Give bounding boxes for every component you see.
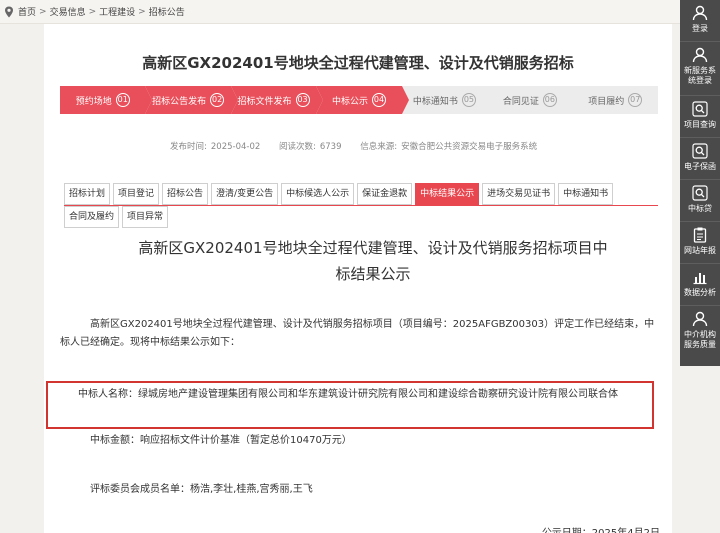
step-number: 07	[628, 93, 643, 107]
step-number: 01	[115, 93, 130, 107]
notice-title: 高新区GX202401号地块全过程代建管理、设计及代销服务招标项目中标结果公示	[138, 239, 608, 283]
tab-project-exception[interactable]: 项目异常	[122, 206, 169, 228]
sidebar-item-label: 登录	[692, 24, 708, 33]
sidebar-item-e-guarantee[interactable]: 电子保函	[680, 138, 720, 180]
sidebar-item-data-analysis[interactable]: 数据分析	[680, 264, 720, 306]
article-meta: 发布时间: 2025-04-02 阅读次数: 6739 信息来源: 安徽合肥公共资源交…	[170, 140, 541, 152]
bar-chart-icon	[693, 273, 707, 285]
search-icon	[692, 185, 708, 201]
publish-time-value: 2025-04-02	[210, 142, 261, 152]
publish-time-label: 发布时间:	[170, 142, 207, 152]
tab-candidates[interactable]: 中标候选人公示	[281, 183, 355, 205]
tab-bid-plan[interactable]: 招标计划	[64, 183, 111, 205]
tab-award-notice[interactable]: 中标通知书	[558, 183, 614, 205]
views-label: 阅读次数:	[278, 142, 316, 152]
step-label: 中标通知书	[412, 96, 458, 107]
user-icon	[692, 47, 708, 63]
source-value: 安徽合肥公共资源交易电子服务系统	[401, 142, 538, 152]
step-label: 招标公告发布	[152, 96, 207, 107]
tab-contract[interactable]: 合同及履约	[64, 206, 120, 228]
step-5[interactable]: 中标通知书 05	[401, 86, 488, 114]
sidebar-item-new-system[interactable]: 新服务系统登录	[680, 42, 720, 96]
tab-award-result[interactable]: 中标结果公示	[415, 183, 480, 205]
breadcrumb-home[interactable]: 首页	[18, 5, 36, 18]
tab-witness-certificate[interactable]: 进场交易见证书	[482, 183, 556, 205]
step-number: 04	[371, 93, 386, 107]
winner-label: 中标人名称：	[78, 389, 138, 400]
publish-date: 公示日期：2025年4月2日	[542, 524, 660, 533]
sidebar-item-annual-report[interactable]: 网站年报	[680, 222, 720, 264]
page-title: 高新区GX202401号地块全过程代建管理、设计及代销服务招标	[142, 54, 574, 72]
breadcrumb-bid-notice[interactable]: 招标公告	[149, 5, 185, 18]
tab-clarification[interactable]: 澄清/变更公告	[211, 183, 279, 205]
sidebar-item-label: 中标贷	[688, 204, 712, 213]
step-label: 招标文件发布	[237, 96, 292, 107]
winner-highlight-box: 中标人名称：绿城房地产建设管理集团有限公司和华东建筑设计研究院有限公司和建设综合…	[46, 381, 654, 429]
user-icon	[692, 311, 708, 327]
step-3[interactable]: 招标文件发布 03	[230, 86, 324, 114]
committee-members: 评标委员会成员名单：杨浩,李壮,桂燕,宫秀丽,王飞	[90, 484, 313, 495]
search-icon	[692, 101, 708, 117]
step-4[interactable]: 中标公示 04	[316, 86, 410, 114]
tab-project-registration[interactable]: 项目登记	[113, 183, 160, 205]
breadcrumb-separator: >	[88, 6, 97, 17]
breadcrumb-separator: >	[138, 6, 146, 17]
tab-bid-notice[interactable]: 招标公告	[162, 183, 209, 205]
breadcrumb-trade-info[interactable]: 交易信息	[50, 5, 86, 18]
views-value: 6739	[319, 142, 342, 152]
sidebar-item-label: 网站年报	[684, 246, 716, 255]
user-icon	[692, 5, 708, 21]
breadcrumb-construction[interactable]: 工程建设	[99, 5, 135, 18]
location-pin-icon	[5, 6, 13, 17]
sidebar-item-label: 新服务系统登录	[684, 66, 716, 85]
sidebar-item-bid-loan[interactable]: 中标贷	[680, 180, 720, 222]
step-label: 预约场地	[75, 96, 112, 107]
step-label: 中标公示	[331, 96, 368, 107]
sidebar-item-label: 中介机构服务质量	[684, 330, 716, 349]
sidebar-item-login[interactable]: 登录	[680, 0, 720, 42]
tab-deposit-refund[interactable]: 保证金退款	[357, 183, 413, 205]
step-number: 02	[210, 93, 225, 107]
step-number: 06	[542, 93, 557, 107]
step-2[interactable]: 招标公告发布 02	[145, 86, 239, 114]
tab-bar: 招标计划 项目登记 招标公告 澄清/变更公告 中标候选人公示 保证金退款 中标结…	[64, 183, 658, 228]
step-label: 项目履约	[588, 96, 625, 107]
sidebar-item-label: 项目查询	[684, 120, 716, 129]
clipboard-icon	[693, 227, 707, 243]
sidebar-item-label: 数据分析	[684, 288, 716, 297]
sidebar-item-agency-quality[interactable]: 中介机构服务质量	[680, 306, 720, 366]
step-1[interactable]: 预约场地 01	[60, 86, 153, 114]
right-sidebar: 登录 新服务系统登录 项目查询 电子保函 中标贷 网站年报 数据分析 中介机构服…	[680, 0, 720, 366]
award-amount: 中标金额：响应招标文件计价基准（暂定总价10470万元）	[90, 435, 352, 446]
step-7[interactable]: 项目履约 07	[572, 86, 658, 114]
step-label: 合同见证	[502, 96, 539, 107]
step-number: 03	[295, 93, 310, 107]
search-icon	[692, 143, 708, 159]
source-label: 信息来源:	[360, 142, 398, 152]
step-6[interactable]: 合同见证 06	[487, 86, 573, 114]
content-card: 高新区GX202401号地块全过程代建管理、设计及代销服务招标 预约场地 01 招…	[44, 24, 672, 533]
process-steps: 预约场地 01 招标公告发布 02 招标文件发布 03 中标公示 04 中标通知书 05 …	[60, 86, 658, 114]
sidebar-item-project-search[interactable]: 项目查询	[680, 96, 720, 138]
winner-value: 绿城房地产建设管理集团有限公司和华东建筑设计研究院有限公司和建设综合勘察研究设计…	[138, 389, 618, 400]
breadcrumb-separator: >	[39, 6, 47, 17]
notice-intro: 高新区GX202401号地块全过程代建管理、设计及代销服务招标项目（项目编号：2…	[60, 319, 655, 348]
step-number: 05	[461, 93, 476, 107]
sidebar-item-label: 电子保函	[684, 162, 716, 171]
breadcrumb-bar: 首页 > 交易信息 > 工程建设 > 招标公告	[0, 0, 680, 24]
